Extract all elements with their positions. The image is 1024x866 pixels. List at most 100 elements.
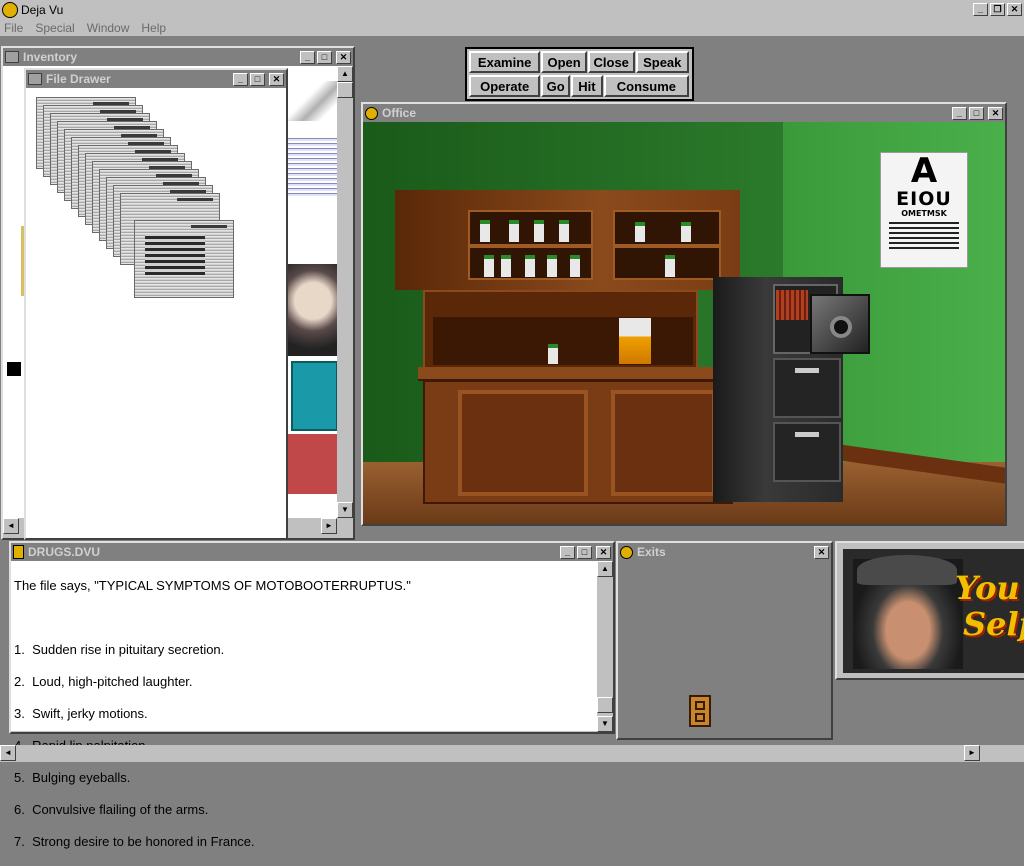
inventory-vscroll-thumb[interactable] <box>337 82 353 98</box>
bottle[interactable] <box>484 255 494 277</box>
filing-cabinet-drawer[interactable] <box>773 422 841 482</box>
text-vscroll-thumb[interactable] <box>597 697 613 713</box>
file-drawer-title: File Drawer <box>46 72 111 86</box>
speak-button[interactable]: Speak <box>635 51 689 73</box>
eye-chart-letter-a: A <box>910 152 938 191</box>
scroll-left-icon[interactable]: ◄ <box>0 745 16 761</box>
file-drawer-content <box>26 88 286 538</box>
inventory-maximize-button[interactable]: □ <box>317 50 332 64</box>
exits-close-button[interactable]: ✕ <box>814 545 829 559</box>
drawer-handle <box>795 432 819 437</box>
bottle[interactable] <box>501 255 511 277</box>
menu-file[interactable]: File <box>4 21 23 35</box>
banner-text-self: Self <box>963 605 1024 643</box>
inventory-vscroll[interactable]: ▲ ▼ <box>337 66 353 518</box>
file-folder-open[interactable] <box>134 220 234 298</box>
menu-window[interactable]: Window <box>87 21 130 35</box>
menu-bar: File Special Window Help <box>0 19 1024 37</box>
scroll-left-icon[interactable]: ◄ <box>3 518 19 534</box>
desktop-hscroll[interactable]: ◄ ► <box>0 745 1024 762</box>
verb-panel: Examine Open Close Speak Operate Go Hit … <box>465 47 694 101</box>
exits-title-bar[interactable]: Exits ✕ <box>618 543 831 561</box>
menu-help[interactable]: Help <box>141 21 166 35</box>
office-minimize-button[interactable]: _ <box>952 106 967 120</box>
office-close-button[interactable]: ✕ <box>988 106 1003 120</box>
document-line: 5. Bulging eyeballs. <box>14 770 131 785</box>
eye-chart-row-3: OMETMSK <box>901 209 947 218</box>
scroll-down-icon[interactable]: ▼ <box>337 502 353 518</box>
scroll-down-icon[interactable]: ▼ <box>597 716 613 732</box>
eye-chart-row-2: EIOU <box>896 188 952 210</box>
close-button[interactable]: Close <box>587 51 635 73</box>
operate-button[interactable]: Operate <box>469 75 541 97</box>
document-line: 1. Sudden rise in pituitary secretion. <box>14 642 225 657</box>
door-exit-icon[interactable] <box>689 695 711 727</box>
app-title-bar: Deja Vu _ ❐ ✕ <box>0 0 1024 19</box>
bottle[interactable] <box>548 344 558 364</box>
hit-button[interactable]: Hit <box>571 75 603 97</box>
exits-window: Exits ✕ <box>616 541 833 740</box>
inventory-close-button[interactable]: ✕ <box>336 50 351 64</box>
text-vscroll[interactable]: ▲ ▼ <box>597 561 613 732</box>
bottle[interactable] <box>570 255 580 277</box>
examine-button[interactable]: Examine <box>469 51 541 73</box>
minimize-icon[interactable]: _ <box>973 3 988 16</box>
cabinet-lock[interactable] <box>810 294 870 354</box>
cabinet-door-left[interactable] <box>458 390 588 496</box>
office-maximize-button[interactable]: □ <box>969 106 984 120</box>
restore-icon[interactable]: ❐ <box>990 3 1005 16</box>
bottle[interactable] <box>480 220 490 242</box>
text-minimize-button[interactable]: _ <box>560 545 575 559</box>
bottle[interactable] <box>534 220 544 242</box>
bottle[interactable] <box>559 220 569 242</box>
bottle[interactable] <box>635 222 645 242</box>
menu-special[interactable]: Special <box>35 21 74 35</box>
inventory-item-map[interactable] <box>288 434 337 494</box>
eye-chart-fine-print <box>889 221 959 249</box>
bottle[interactable] <box>509 220 519 242</box>
honey-jar[interactable] <box>619 318 651 364</box>
file-drawer-title-bar[interactable]: File Drawer _ □ ✕ <box>26 70 286 88</box>
portrait-scene: You Self <box>843 549 1024 673</box>
consume-button[interactable]: Consume <box>603 75 689 97</box>
filing-cabinet-drawer[interactable] <box>773 358 841 418</box>
office-title-bar[interactable]: Office _ □ ✕ <box>363 104 1005 122</box>
inventory-item-key[interactable] <box>7 362 21 376</box>
close-icon[interactable]: ✕ <box>1007 3 1022 16</box>
text-maximize-button[interactable]: □ <box>577 545 592 559</box>
inventory-title-bar[interactable]: Inventory _ □ ✕ <box>3 48 353 66</box>
scroll-right-icon[interactable]: ► <box>321 518 337 534</box>
file-drawer-maximize-button[interactable]: □ <box>250 72 265 86</box>
document-line: 6. Convulsive flailing of the arms. <box>14 802 209 817</box>
inventory-item-note[interactable] <box>288 136 337 196</box>
file-drawer-close-button[interactable]: ✕ <box>269 72 284 86</box>
text-title-bar[interactable]: DRUGS.DVU _ □ ✕ <box>11 543 613 561</box>
inventory-minimize-button[interactable]: _ <box>300 50 315 64</box>
scroll-up-icon[interactable]: ▲ <box>337 66 353 82</box>
open-button[interactable]: Open <box>541 51 587 73</box>
bottle[interactable] <box>525 255 535 277</box>
text-close-button[interactable]: ✕ <box>596 545 611 559</box>
cabinet-niche <box>433 317 693 365</box>
detective-hat <box>857 555 957 585</box>
scroll-right-icon[interactable]: ► <box>964 745 980 761</box>
file-text-scribble <box>145 235 205 275</box>
scroll-up-icon[interactable]: ▲ <box>597 561 613 577</box>
document-line: The file says, "TYPICAL SYMPTOMS OF MOTO… <box>14 578 411 593</box>
bottle[interactable] <box>665 255 675 277</box>
cabinet-door-right[interactable] <box>611 390 716 496</box>
file-drawer-icon <box>28 73 42 85</box>
shelf-plank <box>470 244 591 248</box>
inventory-title: Inventory <box>23 50 78 64</box>
bottle[interactable] <box>681 222 691 242</box>
inventory-item-sheet[interactable] <box>288 81 337 121</box>
inventory-item-card[interactable] <box>291 361 337 431</box>
go-button[interactable]: Go <box>541 75 571 97</box>
exits-icon <box>620 545 633 559</box>
eye-chart[interactable]: A EIOU OMETMSK <box>880 152 968 268</box>
inventory-item-photo[interactable] <box>288 264 337 356</box>
file-drawer-minimize-button[interactable]: _ <box>233 72 248 86</box>
office-scene: A EIOU OMETMSK <box>363 122 1005 524</box>
bottle[interactable] <box>547 255 557 277</box>
